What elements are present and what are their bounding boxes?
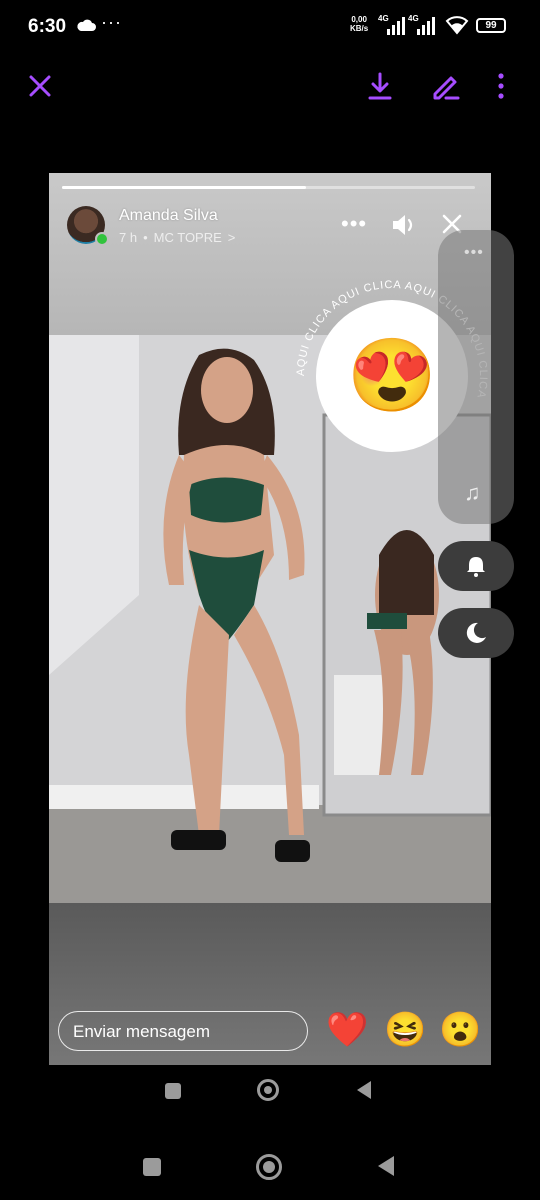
download-icon[interactable] bbox=[364, 70, 396, 102]
recent-apps-button[interactable] bbox=[165, 1083, 181, 1099]
network-speed-value: 0,00 bbox=[351, 15, 367, 24]
cloud-icon bbox=[77, 19, 96, 31]
message-input[interactable]: Enviar mensagem bbox=[58, 1011, 308, 1051]
volume-icon[interactable] bbox=[391, 213, 417, 237]
moon-icon bbox=[466, 622, 486, 643]
battery-icon: 99 bbox=[476, 18, 506, 33]
back-button[interactable] bbox=[355, 1080, 373, 1100]
story-progress-fill bbox=[62, 186, 306, 189]
bell-icon bbox=[467, 557, 485, 577]
signal-label: 4G bbox=[408, 14, 419, 23]
edit-icon[interactable] bbox=[430, 70, 462, 102]
signal-icon: 4G bbox=[378, 14, 406, 35]
story-more-button[interactable]: ••• bbox=[341, 211, 367, 237]
music-icon[interactable]: ♫ bbox=[464, 480, 481, 506]
more-vertical-icon[interactable] bbox=[488, 70, 520, 102]
story-viewer[interactable]: Amanda Silva 7 h • MC TOPRE > ••• AQUI C… bbox=[49, 173, 491, 1065]
story-music-title[interactable]: MC TOPRE bbox=[154, 230, 222, 245]
story-meta: 7 h • MC TOPRE > bbox=[119, 230, 235, 245]
chevron-right-icon: > bbox=[227, 230, 236, 245]
network-speed-unit: KB/s bbox=[350, 24, 369, 33]
wifi-icon bbox=[445, 16, 469, 35]
reaction-wow-button[interactable]: 😮 bbox=[439, 1009, 481, 1051]
meta-separator: • bbox=[143, 230, 148, 245]
reaction-laugh-button[interactable]: 😆 bbox=[384, 1009, 426, 1051]
heart-eyes-emoji: 😍 bbox=[347, 336, 437, 416]
home-button[interactable] bbox=[257, 1079, 279, 1101]
signal-icon: 4G bbox=[408, 14, 436, 35]
notification-dots: ··· bbox=[101, 12, 122, 32]
more-icon[interactable]: ••• bbox=[464, 244, 484, 262]
bell-button[interactable] bbox=[438, 541, 514, 591]
signal-label: 4G bbox=[378, 14, 389, 23]
back-button[interactable] bbox=[376, 1155, 396, 1177]
story-progress-bar bbox=[62, 186, 475, 189]
dark-mode-button[interactable] bbox=[438, 608, 514, 658]
recent-apps-button[interactable] bbox=[143, 1158, 161, 1176]
story-time: 7 h bbox=[119, 230, 138, 245]
network-speed: 0,00 KB/s bbox=[350, 15, 368, 33]
status-time: 6:30 bbox=[28, 16, 67, 37]
floating-side-panel[interactable]: ••• ♫ bbox=[438, 230, 514, 524]
reaction-heart-button[interactable]: ❤️ bbox=[326, 1009, 368, 1051]
home-button[interactable] bbox=[256, 1154, 282, 1180]
online-status-dot bbox=[95, 232, 109, 246]
close-icon[interactable] bbox=[24, 70, 56, 102]
story-author-name[interactable]: Amanda Silva bbox=[119, 207, 218, 225]
